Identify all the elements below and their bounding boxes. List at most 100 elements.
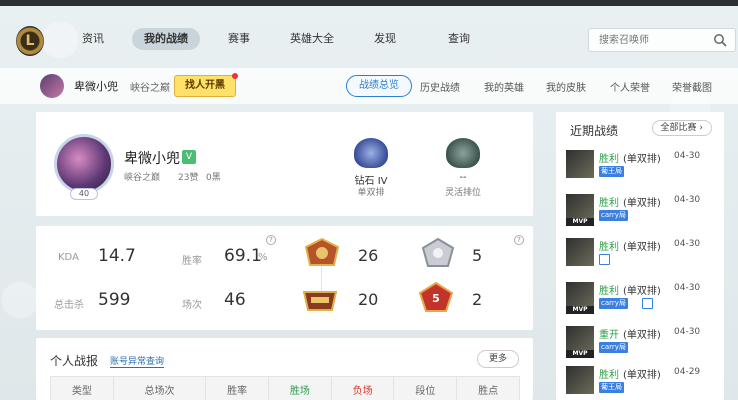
penta-badge-icon: 5 bbox=[418, 282, 454, 312]
champion-icon bbox=[566, 366, 594, 394]
match-result: 胜利 bbox=[599, 370, 619, 381]
sub-nav: 卑微小兜 峡谷之巅 找人开黑 战绩总览 历史战绩 我的英雄 我的皮肤 个人荣誉 … bbox=[0, 68, 738, 104]
match-date: 04-30 bbox=[674, 151, 701, 161]
carry-count: 20 bbox=[358, 290, 379, 309]
match-mode: (单双排) bbox=[623, 330, 661, 341]
match-date: 04-29 bbox=[674, 367, 701, 377]
profile-card: 40 卑微小兜 V 峡谷之巅 23赞 0黑 钻石 IV 单双排 -- 灵活排位 bbox=[36, 112, 533, 216]
user-name: 卑微小兜 bbox=[74, 80, 118, 93]
list-item[interactable]: MVP 重开 (单双排) 04-30 carry局 bbox=[566, 324, 716, 364]
match-filter-dropdown[interactable]: 全部比赛 › bbox=[651, 120, 712, 136]
tab-my-champions[interactable]: 我的英雄 bbox=[484, 79, 524, 94]
achievement-icon bbox=[599, 254, 610, 265]
penta-count: 2 bbox=[472, 290, 483, 309]
tab-my-skins[interactable]: 我的皮肤 bbox=[546, 79, 586, 94]
chevron-right-icon: › bbox=[699, 123, 703, 133]
verified-icon: V bbox=[182, 150, 196, 164]
find-teammate-label: 找人开黑 bbox=[185, 80, 225, 91]
match-badge: carry局 bbox=[599, 210, 628, 221]
match-result: 重开 bbox=[599, 330, 619, 341]
recent-title: 近期战绩 bbox=[570, 124, 619, 138]
col-winrate: 胜率 bbox=[205, 376, 270, 400]
match-badge: 葡王局 bbox=[599, 382, 624, 393]
flex-rank-queue: 灵活排位 bbox=[444, 188, 481, 198]
flex-rank-tier: -- bbox=[459, 172, 467, 183]
nav-item-discover[interactable]: 发现 bbox=[374, 28, 396, 50]
nav-item-events[interactable]: 赛事 bbox=[228, 28, 250, 50]
badge-help-icon[interactable]: ? bbox=[514, 235, 524, 245]
stats-card: KDA 14.7 胜率 69.1 % ? 总击杀 599 场次 46 26 5 … bbox=[36, 226, 533, 330]
mvp-tag: MVP bbox=[566, 350, 594, 358]
notification-dot bbox=[232, 73, 238, 79]
penta-number: 5 bbox=[432, 292, 440, 305]
match-result: 胜利 bbox=[599, 198, 619, 209]
help-icon[interactable]: ? bbox=[266, 235, 276, 245]
mvp-badge-icon bbox=[304, 238, 340, 266]
carry-badge-icon bbox=[302, 291, 338, 311]
profile-avatar[interactable] bbox=[54, 134, 114, 194]
match-mode: (单双排) bbox=[623, 242, 661, 253]
account-check-link[interactable]: 账号异常查询 bbox=[110, 354, 165, 368]
col-lp: 胜点 bbox=[456, 376, 520, 400]
match-mode: (单双排) bbox=[623, 370, 661, 381]
search-icon[interactable] bbox=[713, 33, 727, 47]
list-item[interactable]: 胜利 (单双排) 04-30 bbox=[566, 236, 716, 276]
nav-item-news[interactable]: 资讯 bbox=[82, 28, 104, 50]
match-date: 04-30 bbox=[674, 239, 701, 249]
match-badge: carry局 bbox=[599, 342, 628, 353]
tab-overview[interactable]: 战绩总览 bbox=[346, 75, 412, 97]
col-losses: 负场 bbox=[330, 376, 395, 400]
winrate-unit: % bbox=[258, 252, 268, 263]
like-count: 23赞 bbox=[178, 173, 199, 183]
list-item[interactable]: 胜利 (单双排) 04-30 葡王局 bbox=[566, 148, 716, 188]
champion-icon bbox=[566, 150, 594, 178]
legendary-count: 5 bbox=[472, 246, 483, 265]
list-item[interactable]: MVP 胜利 (单双排) 04-30 carry局 bbox=[566, 280, 716, 320]
nav-item-query[interactable]: 查询 bbox=[448, 28, 470, 50]
profile-server: 峡谷之巅 bbox=[124, 173, 161, 183]
report-card: 个人战报 账号异常查询 更多 类型 总场次 胜率 胜场 负场 段位 胜点 bbox=[36, 338, 533, 400]
match-badge: 葡王局 bbox=[599, 166, 624, 177]
search-input[interactable] bbox=[589, 29, 699, 51]
match-date: 04-30 bbox=[674, 195, 701, 205]
col-total: 总场次 bbox=[112, 376, 207, 400]
col-wins: 胜场 bbox=[268, 376, 332, 400]
tab-history[interactable]: 历史战绩 bbox=[420, 79, 460, 94]
kills-value: 599 bbox=[98, 290, 131, 310]
kda-label: KDA bbox=[58, 252, 79, 263]
games-value: 46 bbox=[224, 290, 246, 310]
more-button[interactable]: 更多 bbox=[477, 350, 519, 368]
match-date: 04-30 bbox=[674, 327, 701, 337]
match-mode: (单双排) bbox=[623, 154, 661, 165]
achievement-icon bbox=[642, 298, 653, 309]
find-teammate-button[interactable]: 找人开黑 bbox=[174, 73, 238, 97]
filter-label: 全部比赛 bbox=[660, 123, 697, 133]
profile-name: 卑微小兜 bbox=[124, 151, 180, 167]
tab-honor-screenshots[interactable]: 荣誉截图 bbox=[672, 79, 712, 94]
winrate-value: 69.1 bbox=[224, 246, 262, 266]
table-header-row: 类型 总场次 胜率 胜场 负场 段位 胜点 bbox=[50, 376, 520, 400]
lol-logo-icon[interactable]: L bbox=[16, 26, 44, 56]
match-result: 胜利 bbox=[599, 286, 619, 297]
list-item[interactable]: 胜利 (单双排) 04-29 葡王局 bbox=[566, 364, 716, 400]
mvp-tag: MVP bbox=[566, 306, 594, 314]
match-badge: carry局 bbox=[599, 298, 628, 309]
report-table: 类型 总场次 胜率 胜场 负场 段位 胜点 bbox=[50, 376, 520, 400]
match-result: 胜利 bbox=[599, 154, 619, 165]
match-date: 04-30 bbox=[674, 283, 701, 293]
match-mode: (单双排) bbox=[623, 286, 661, 297]
tab-honors[interactable]: 个人荣誉 bbox=[610, 79, 650, 94]
list-item[interactable]: MVP 胜利 (单双排) 04-30 carry局 bbox=[566, 192, 716, 232]
match-result: 胜利 bbox=[599, 242, 619, 253]
solo-rank-queue: 单双排 bbox=[357, 188, 385, 198]
diamond-rank-icon bbox=[354, 138, 388, 168]
nav-item-champions[interactable]: 英雄大全 bbox=[290, 28, 334, 50]
avatar[interactable] bbox=[40, 74, 64, 98]
match-mode: (单双排) bbox=[623, 198, 661, 209]
server-name: 峡谷之巅 bbox=[130, 83, 170, 94]
recent-matches-card: 近期战绩 全部比赛 › 胜利 (单双排) 04-30 葡王局 MVP 胜利 (单… bbox=[556, 112, 724, 400]
nav-item-my-record[interactable]: 我的战绩 bbox=[132, 28, 200, 50]
kda-value: 14.7 bbox=[98, 246, 136, 266]
champion-icon bbox=[566, 238, 594, 266]
report-title: 个人战报 bbox=[50, 354, 99, 368]
